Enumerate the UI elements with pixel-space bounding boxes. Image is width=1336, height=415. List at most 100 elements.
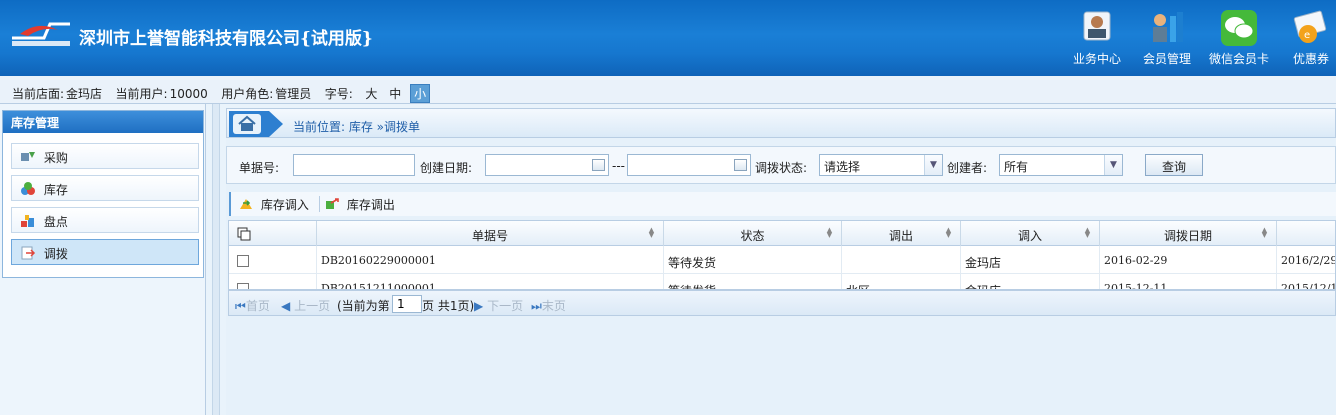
transfer-out-icon (326, 198, 339, 209)
column-header-label: 状态 (740, 229, 765, 243)
sort-icon[interactable]: ▲ ▼ (826, 227, 833, 239)
cell-doc-no: DB20151211000001 (317, 274, 664, 289)
home-icon[interactable] (229, 111, 283, 137)
row-checkbox-cell (229, 274, 317, 289)
next-page-icon: ▶ (474, 299, 484, 313)
breadcrumb-bar: 当前位置: 库存 »调拨单 (226, 108, 1336, 138)
coupon-icon: e (1293, 10, 1327, 43)
query-button[interactable]: 查询 (1145, 154, 1203, 176)
row-checkbox-cell (229, 246, 317, 274)
transfer-icon (21, 246, 36, 260)
nav-label: 微信会员卡 (1208, 52, 1269, 66)
status-select-value: 请选择 (824, 160, 861, 174)
sidebar-item-label: 库存 (43, 183, 68, 197)
first-page-button[interactable]: ⏮首页 (235, 297, 270, 314)
status-select[interactable]: 请选择 ▼ (819, 154, 943, 176)
svg-text:e: e (1304, 30, 1310, 41)
fontsize-medium[interactable]: 中 (386, 85, 404, 102)
sort-icon[interactable]: ▲ ▼ (648, 227, 655, 239)
nav-coupon[interactable]: e 优惠券 (1276, 10, 1336, 72)
transfer-out-button[interactable]: 库存调出 (325, 196, 395, 213)
prev-page-button[interactable]: ◀ 上一页 (281, 297, 330, 314)
column-header-extra[interactable] (1277, 221, 1335, 246)
transfer-table: 单据号 ▲ ▼ 状态 ▲ ▼ 调出 ▲ ▼ 调入 ▲ ▼ 调拨日期 ▲ ▼ DB… (228, 220, 1336, 290)
column-header-label: 调出 (888, 229, 913, 243)
store-value: 金玛店 (66, 87, 103, 101)
status-label: 调拨状态: (755, 161, 808, 175)
chevron-down-icon[interactable]: ▼ (1104, 155, 1122, 175)
cell-date: 2016-02-29 (1100, 246, 1277, 274)
select-all-icon[interactable] (237, 227, 251, 241)
sort-icon[interactable]: ▲ ▼ (1261, 227, 1268, 239)
transfer-in-button[interactable]: 库存调入 (239, 196, 309, 213)
member-management-icon (1153, 12, 1183, 42)
sidebar-item-stocktake[interactable]: 盘点 (11, 207, 199, 233)
transfer-in-icon (240, 199, 252, 209)
next-page-label: 下一页 (487, 299, 524, 313)
sidebar-item-label: 调拨 (43, 247, 68, 261)
page-number-input[interactable] (392, 295, 422, 313)
creator-select-value: 所有 (1004, 160, 1029, 174)
company-name: 深圳市上誉智能科技有限公司{试用版} (79, 29, 373, 49)
column-header-status[interactable]: 状态 ▲ ▼ (664, 221, 842, 246)
toolbar: 库存调入 库存调出 (229, 192, 1336, 216)
cell-extra: 2015/12/11 (1281, 282, 1335, 290)
pagination-bar: ⏮首页 ◀ 上一页 (当前为第 页 共1页) ▶ 下一页 ⏭末页 (228, 290, 1336, 316)
breadcrumb: 当前位置: 库存 »调拨单 (293, 120, 421, 134)
wechat-icon (1221, 10, 1257, 46)
sort-icon[interactable]: ▲ ▼ (945, 227, 952, 239)
column-header-out[interactable]: 调出 ▲ ▼ (842, 221, 961, 246)
table-row[interactable]: DB20151211000001 等待发货 北区 金玛店 2015-12-11 … (229, 274, 1335, 290)
sidebar-splitter[interactable] (212, 104, 220, 415)
toolbar-divider (319, 196, 320, 212)
next-page-button[interactable]: ▶ 下一页 (474, 297, 523, 314)
prev-page-label: 上一页 (294, 299, 331, 313)
table-row[interactable]: DB20160229000001 等待发货 金玛店 2016-02-29 201… (229, 246, 1335, 274)
doc-no-label: 单据号: (239, 161, 280, 175)
cell-status: 等待发货 (664, 274, 842, 289)
column-header-label: 调入 (1017, 229, 1042, 243)
sidebar-item-purchase[interactable]: 采购 (11, 143, 199, 169)
calendar-icon[interactable] (592, 159, 605, 171)
column-header-in[interactable]: 调入 ▲ ▼ (961, 221, 1100, 246)
sidebar-title[interactable]: 库存管理 (3, 111, 203, 133)
sidebar-item-label: 盘点 (43, 215, 68, 229)
cell-doc-no: DB20160229000001 (317, 246, 664, 274)
chevron-down-icon[interactable]: ▼ (924, 155, 942, 175)
date-to-input[interactable] (627, 154, 751, 176)
sidebar-item-inventory[interactable]: 库存 (11, 175, 199, 201)
row-checkbox[interactable] (237, 255, 249, 267)
nav-member-management[interactable]: 会员管理 (1132, 10, 1202, 72)
date-from-input[interactable] (485, 154, 609, 176)
status-info-bar: 当前店面: 金玛店 当前用户: 10000 用户角色: 管理员 字号: 大 中 小 (0, 76, 1336, 104)
nav-label: 业务中心 (1072, 52, 1121, 66)
fontsize-large[interactable]: 大 (362, 85, 380, 102)
date-separator: --- (612, 159, 625, 173)
creator-select[interactable]: 所有 ▼ (999, 154, 1123, 176)
nav-wechat-card[interactable]: 微信会员卡 (1204, 10, 1274, 72)
column-header-label: 调拨日期 (1163, 229, 1212, 243)
column-header-doc-no[interactable]: 单据号 ▲ ▼ (317, 221, 664, 246)
doc-no-input[interactable] (293, 154, 415, 176)
select-all-header[interactable] (229, 221, 317, 246)
fontsize-label: 字号: (324, 87, 353, 101)
last-page-button[interactable]: ⏭末页 (531, 297, 566, 314)
cell-in: 金玛店 (961, 246, 1100, 274)
first-page-icon: ⏮ (235, 299, 246, 313)
sort-icon[interactable]: ▲ ▼ (1084, 227, 1091, 239)
row-checkbox[interactable] (237, 283, 249, 289)
main-content: 当前位置: 库存 »调拨单 单据号: 创建日期: --- 调拨状态: 请选择 ▼… (226, 108, 1336, 415)
table-header: 单据号 ▲ ▼ 状态 ▲ ▼ 调出 ▲ ▼ 调入 ▲ ▼ 调拨日期 ▲ ▼ (229, 221, 1335, 246)
store-label: 当前店面: (12, 87, 65, 101)
app-header: 深圳市上誉智能科技有限公司{试用版} 业务中心 会员管理 微信会员卡 e 优惠券 (0, 0, 1336, 76)
fontsize-small[interactable]: 小 (410, 84, 431, 103)
sidebar: 库存管理 采购 库存 盘点 调拨 (0, 104, 206, 415)
column-header-date[interactable]: 调拨日期 ▲ ▼ (1100, 221, 1277, 246)
cell-out: 北区 (842, 274, 961, 289)
sidebar-item-transfer[interactable]: 调拨 (11, 239, 199, 265)
user-label: 当前用户: (115, 87, 168, 101)
nav-business-center[interactable]: 业务中心 (1062, 10, 1132, 72)
cell-in: 金玛店 (961, 274, 1100, 289)
business-center-icon (1083, 11, 1111, 41)
calendar-icon[interactable] (734, 159, 747, 171)
